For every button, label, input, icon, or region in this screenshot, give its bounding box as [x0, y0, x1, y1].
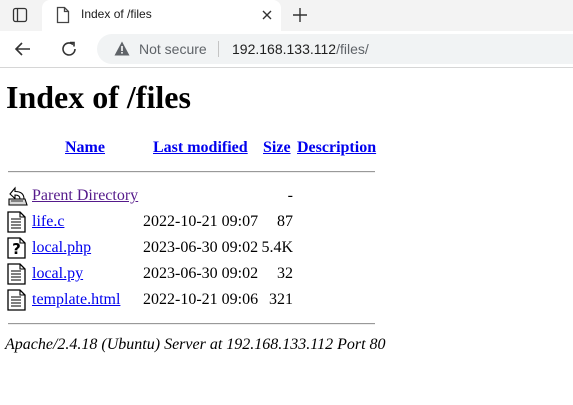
file-link[interactable]: local.php: [32, 239, 91, 257]
file-link[interactable]: local.py: [32, 265, 83, 283]
divider-top: [8, 171, 375, 173]
text-file-icon: [7, 289, 27, 316]
new-tab-icon[interactable]: [288, 3, 312, 27]
tab-active[interactable]: Index of /files: [42, 0, 281, 31]
list-item: life.c 2022-10-21 09:07 87: [0, 211, 400, 235]
column-header-size[interactable]: Size: [263, 139, 291, 157]
tab-title: Index of /files: [81, 7, 152, 21]
address-bar[interactable]: Not secure 192.168.133.112/files/: [97, 34, 573, 64]
tab-bar: Index of /files: [0, 0, 573, 31]
file-size: -: [287, 187, 293, 204]
file-link[interactable]: template.html: [32, 291, 120, 309]
server-signature: Apache/2.4.18 (Ubuntu) Server at 192.168…: [5, 336, 386, 353]
file-size: 87: [277, 213, 293, 230]
svg-text:?: ?: [12, 240, 21, 258]
url-text[interactable]: 192.168.133.112/files/: [232, 41, 369, 57]
back-arrow-icon[interactable]: [10, 36, 36, 62]
browser-chrome: Index of /files Not secure 192.168.133.1…: [0, 0, 573, 68]
column-header-last-modified[interactable]: Last modified: [153, 139, 248, 157]
back-folder-icon: [7, 185, 29, 212]
toolbar: Not secure 192.168.133.112/files/: [0, 31, 573, 68]
text-file-icon: [7, 211, 27, 238]
list-item: local.py 2023-06-30 09:02 32: [0, 263, 400, 287]
address-divider: [218, 41, 219, 57]
tab-actions-icon[interactable]: [8, 4, 32, 26]
list-item-parent: Parent Directory -: [0, 185, 400, 209]
file-size: 321: [269, 291, 293, 308]
url-path: /files/: [336, 41, 369, 57]
file-size: 5.4K: [261, 239, 293, 256]
file-modified: 2022-10-21 09:07: [143, 213, 259, 230]
not-secure-label[interactable]: Not secure: [139, 41, 207, 57]
text-file-icon: [7, 263, 27, 290]
parent-directory-link[interactable]: Parent Directory: [32, 187, 138, 205]
page-icon: [56, 6, 70, 27]
divider-bottom: [8, 323, 375, 325]
list-item: template.html 2022-10-21 09:06 321: [0, 289, 400, 313]
page-title: Index of /files: [6, 79, 191, 115]
file-modified: 2023-06-30 09:02: [143, 265, 259, 282]
file-size: 32: [277, 265, 293, 282]
close-tab-icon[interactable]: [258, 6, 276, 24]
unknown-file-icon: ?: [7, 237, 27, 264]
url-host: 192.168.133.112: [232, 41, 337, 57]
column-header-description[interactable]: Description: [297, 139, 376, 157]
file-link[interactable]: life.c: [32, 213, 64, 231]
column-header-name[interactable]: Name: [65, 139, 105, 157]
reload-icon[interactable]: [56, 36, 82, 62]
file-modified: 2023-06-30 09:02: [143, 239, 259, 256]
warning-icon[interactable]: [114, 41, 130, 59]
list-item: ? local.php 2023-06-30 09:02 5.4K: [0, 237, 400, 261]
file-modified: 2022-10-21 09:06: [143, 291, 259, 308]
